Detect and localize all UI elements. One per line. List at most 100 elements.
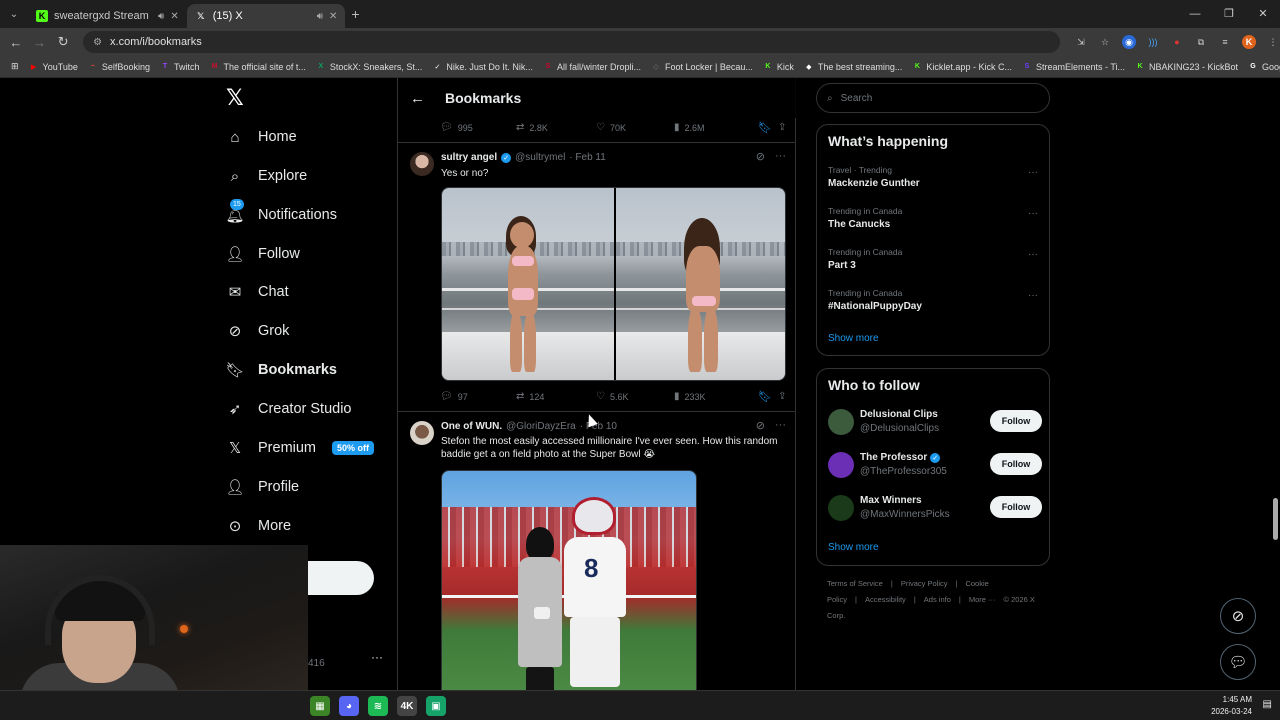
menu-dots-icon[interactable]: ⋮ [1266,35,1280,49]
browser-tab-kick[interactable]: K sweatergxd Stream - Watch 🔊︎ ✕ [28,4,187,28]
bookmark-item[interactable]: ✓ Nike. Just Do It. Nik... [427,62,538,72]
follow-button[interactable]: Follow [990,496,1042,518]
author-name[interactable]: sultry angel [441,152,497,163]
minecraft-icon[interactable]: ▦ [310,696,330,716]
bookmark-item[interactable]: K Kicklet.app - Kick C... [907,62,1017,72]
extension-icon[interactable]: ))) [1146,35,1160,49]
clock[interactable]: 1:45 AM 2026-03-24 [1211,694,1252,718]
scrollbar[interactable] [1273,498,1278,540]
chat-fab-icon[interactable]: 💬︎ [1220,644,1256,680]
puzzle-icon[interactable]: ⧉ [1194,35,1208,49]
media-control-icon[interactable]: ≡ [1218,35,1232,49]
bookmark-item[interactable]: M The official site of t... [204,62,310,72]
star-icon[interactable]: ☆ [1098,35,1112,49]
trend-item[interactable]: Trending in Canada The Canucks ··· [828,206,1040,230]
tweet-photo-right[interactable] [613,188,785,380]
footer-link[interactable]: More ··· [969,595,996,604]
restore-icon[interactable]: ❐ [1212,0,1246,28]
follow-button[interactable]: Follow [990,410,1042,432]
grok-icon[interactable]: ⊘ [756,150,765,163]
bookmark-item[interactable]: ◆ The best streaming... [799,62,908,72]
footer-link[interactable]: Terms of Service [827,579,883,588]
tweet[interactable]: sultry angel ✓ @sultrymel · Feb 11 ⊘ ···… [398,142,796,412]
nav-item-notifications[interactable]: 🔔︎ 15 Notifications [225,199,337,224]
tweet-media[interactable]: 8 [441,470,697,690]
follow-suggestion[interactable]: The Professor ✓ @TheProfessor305 Follow [828,450,1042,480]
close-window-icon[interactable]: ✕ [1246,0,1280,28]
show-more-link[interactable]: Show more [828,333,879,344]
notification-icon[interactable]: ▤ [1263,699,1272,710]
nav-item-bookmarks[interactable]: 🔖︎ Bookmarks [225,361,337,379]
nav-item-grok[interactable]: ⊘ Grok [226,322,290,340]
bookmark-item[interactable]: ◇ Foot Locker | Becau... [646,62,758,72]
nav-item-follow[interactable]: 👤︎ Follow [225,245,299,263]
bookmark-item[interactable]: K Kick [758,62,799,72]
nav-item-premium[interactable]: 𝕏 Premium 50% off [226,439,375,457]
extension-icon[interactable]: ● [1170,35,1184,49]
author-name[interactable]: One of WUN. [441,421,502,432]
post-button[interactable] [308,561,374,595]
chat-app-icon[interactable]: ▣ [426,696,446,716]
bookmark-filled-icon[interactable]: 🔖︎ [758,390,778,403]
minimize-icon[interactable]: — [1178,0,1212,28]
site-info-icon[interactable]: ⚙︎ [93,37,102,48]
grok-fab-icon[interactable]: ⊘ [1220,598,1256,634]
bookmark-item[interactable]: ~ SelfBooking [83,62,155,72]
more-dots-icon[interactable]: ··· [1028,167,1038,178]
more-dots-icon[interactable]: ··· [775,419,786,432]
author-handle[interactable]: @sultrymel [515,152,565,163]
bookmark-item[interactable]: G Google [1243,62,1280,72]
repost-button[interactable]: ⇄ 124 [516,391,596,402]
like-button[interactable]: ♡ 70K [596,122,674,133]
avatar[interactable] [828,409,854,435]
footer-link[interactable]: Accessibility [865,595,906,604]
back-arrow-icon[interactable]: ← [410,90,425,107]
4k-video-icon[interactable]: 4K [397,696,417,716]
follow-suggestion[interactable]: Delusional Clips @DelusionalClips Follow [828,407,1042,437]
follow-button[interactable]: Follow [990,453,1042,475]
tweet-media[interactable] [441,187,786,381]
close-tab-icon[interactable]: ✕ [329,11,337,22]
forward-icon[interactable]: → [28,35,52,50]
grok-icon[interactable]: ⊘ [756,419,765,432]
reply-button[interactable]: 💬︎ 995 [440,122,516,133]
bookmark-item[interactable]: ▶ YouTube [24,62,83,72]
browser-tab-x[interactable]: 𝕏 (15) X 🔊︎ ✕ [186,4,346,28]
tweet-date[interactable]: · Feb 11 [569,152,606,163]
nav-item-profile[interactable]: 👤︎ Profile [225,478,299,496]
footer-link[interactable]: Ads info [924,595,951,604]
nav-item-home[interactable]: ⌂ Home [226,128,296,146]
profile-avatar[interactable]: K [1242,35,1257,49]
apps-grid-icon[interactable]: ⊞ [6,61,24,72]
share-icon[interactable]: ⇪ [778,391,786,402]
more-dots-icon[interactable]: ··· [1028,208,1038,219]
discord-icon[interactable]: ◕ [339,696,359,716]
avatar[interactable] [410,152,434,176]
more-dots-icon[interactable]: ··· [1028,290,1038,301]
bookmark-item[interactable]: S All fall/winter Dropli... [538,62,646,72]
bookmark-item[interactable]: T Twitch [155,62,205,72]
avatar[interactable] [410,421,434,445]
bookmark-item[interactable]: K NBAKING23 - KickBot [1130,62,1243,72]
speaker-icon[interactable]: 🔊︎ [317,11,323,22]
tab-search-icon[interactable]: ⌄ [0,0,28,28]
trend-item[interactable]: Travel · Trending Mackenzie Gunther ··· [828,165,1040,189]
search-input[interactable]: ⌕ Search [816,83,1050,113]
spotify-icon[interactable]: ≋ [368,696,388,716]
tweet-date[interactable]: · Feb 10 [580,421,617,432]
bookmark-item[interactable]: X StockX: Sneakers, St... [311,62,428,72]
nav-item-more[interactable]: ⊙ More [226,517,291,535]
x-logo-icon[interactable]: 𝕏 [226,86,244,111]
views-button[interactable]: ▮ 2.6M [674,122,758,133]
bookmark-filled-icon[interactable]: 🔖︎ [758,121,778,134]
account-more-icon[interactable]: ··· [371,650,383,664]
footer-link[interactable]: Privacy Policy [901,579,948,588]
more-dots-icon[interactable]: ··· [1028,249,1038,260]
nav-item-explore[interactable]: ⌕ Explore [226,167,307,185]
views-button[interactable]: ▮ 233K [674,391,758,402]
back-icon[interactable]: ← [4,35,28,50]
trend-item[interactable]: Trending in Canada Part 3 ··· [828,247,1040,271]
share-icon[interactable]: ⇪ [778,122,786,133]
install-app-icon[interactable]: ⇲ [1074,35,1088,49]
reply-button[interactable]: 💬︎ 97 [440,391,516,402]
